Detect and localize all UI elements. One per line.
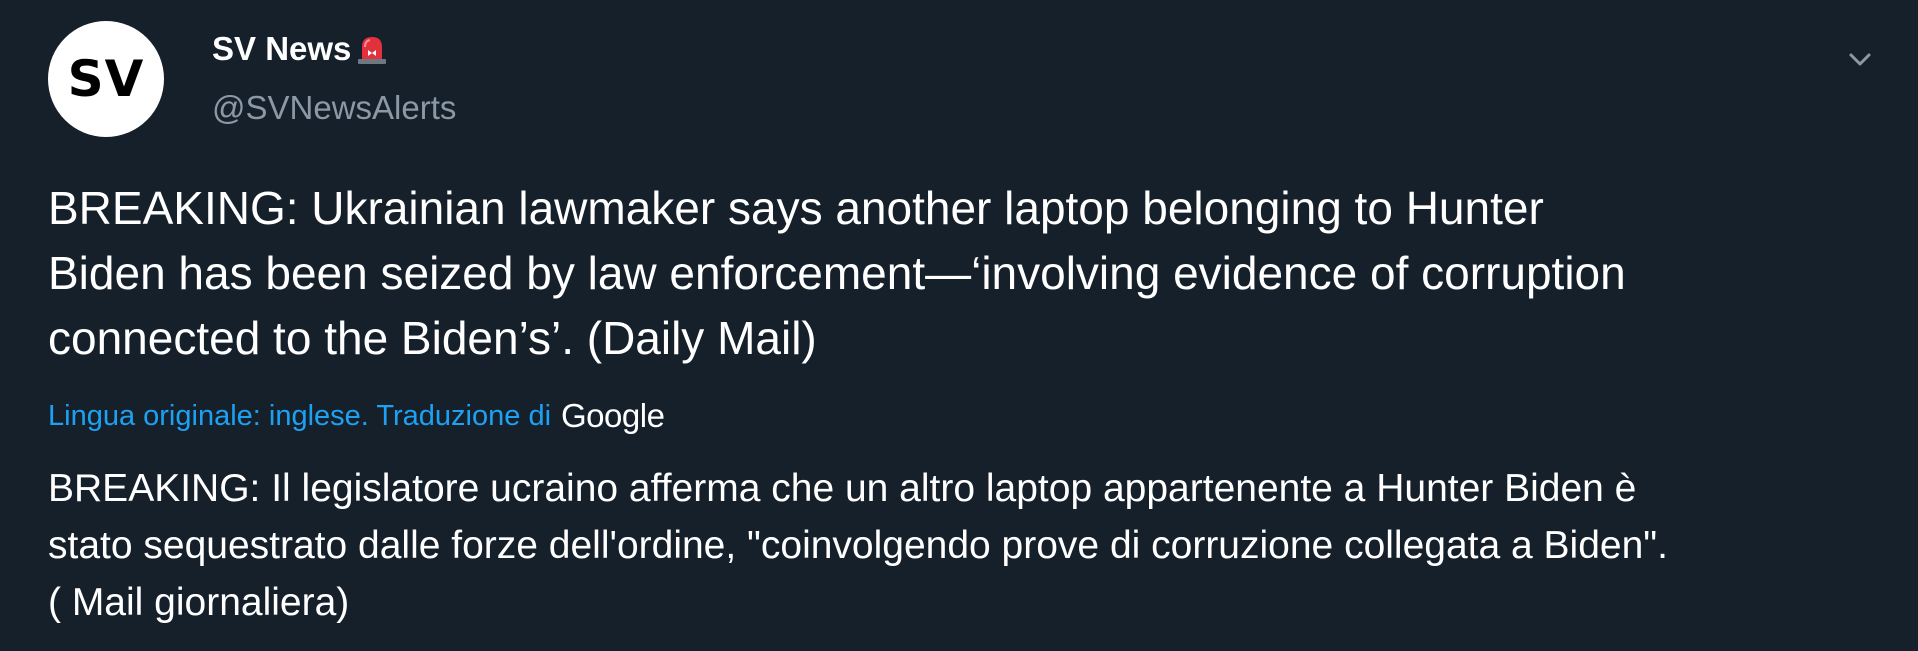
translated-text-line: stato sequestrato dalle forze dell'ordin… bbox=[48, 524, 1668, 567]
avatar-logo-text: SV bbox=[67, 50, 145, 108]
tweet-card: SV SV News @SVNewsAlerts BREAKING: Ukrai… bbox=[0, 0, 1918, 651]
translation-attribution: Lingua originale: inglese. Traduzione di… bbox=[48, 397, 665, 435]
google-logo: Google bbox=[561, 397, 665, 434]
author-handle[interactable]: @SVNewsAlerts bbox=[212, 89, 456, 127]
display-name-text: SV News bbox=[212, 30, 352, 67]
tweet-text-line: BREAKING: Ukrainian lawmaker says anothe… bbox=[48, 182, 1544, 234]
tweet-text-line: Biden has been seized by law enforcement… bbox=[48, 247, 1626, 299]
translated-text-line: ( Mail giornaliera) bbox=[48, 581, 350, 624]
tweet-text-line: connected to the Biden’s’. (Daily Mail) bbox=[48, 312, 817, 364]
chevron-down-icon[interactable] bbox=[1840, 46, 1880, 74]
tweet-text: BREAKING: Ukrainian lawmaker says anothe… bbox=[48, 176, 1888, 371]
author-name[interactable]: SV News bbox=[212, 30, 389, 68]
avatar[interactable]: SV bbox=[48, 21, 164, 137]
translated-text-line: BREAKING: Il legislatore ucraino afferma… bbox=[48, 467, 1637, 510]
translation-label-link[interactable]: Lingua originale: inglese. Traduzione di bbox=[48, 400, 551, 433]
translated-text: BREAKING: Il legislatore ucraino afferma… bbox=[48, 460, 1888, 631]
siren-icon bbox=[355, 32, 389, 66]
